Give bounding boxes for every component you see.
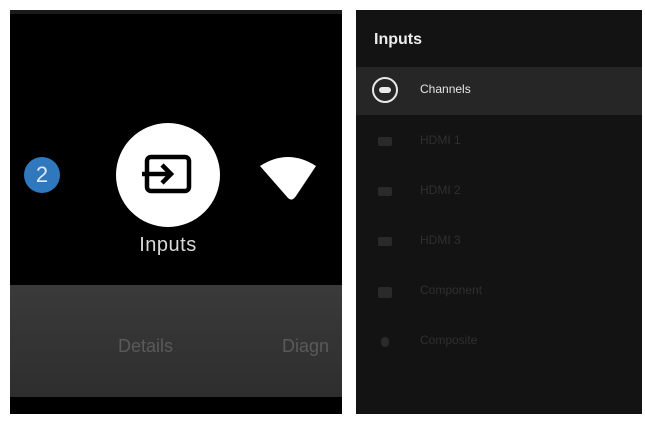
input-item-hdmi-2[interactable]: HDMI 2: [356, 168, 642, 216]
top-band: [10, 10, 342, 14]
notification-badge[interactable]: 2: [24, 157, 60, 193]
input-item-label: Component: [420, 283, 483, 297]
component-icon: [372, 278, 400, 306]
composite-icon: [372, 328, 400, 356]
input-item-composite[interactable]: Composite: [356, 318, 642, 366]
input-item-label: Composite: [420, 333, 478, 347]
panel-title: Inputs: [374, 31, 422, 48]
input-item-component[interactable]: Component: [356, 268, 642, 316]
input-item-channels[interactable]: Channels: [356, 67, 642, 115]
hdmi-icon: [372, 228, 400, 256]
input-item-label: HDMI 1: [420, 133, 461, 147]
input-item-label: Channels: [420, 82, 471, 96]
home-carousel-panel: 2 Inputs Details Diagn: [10, 10, 342, 414]
input-source-icon: [142, 154, 192, 194]
input-item-hdmi-1[interactable]: HDMI 1: [356, 118, 642, 166]
inputs-label: Inputs: [139, 234, 197, 256]
wifi-icon[interactable]: [258, 152, 318, 202]
inputs-panel: Inputs Channels HDMI 1 HDMI 2 HDMI 3 Com…: [356, 10, 642, 414]
hdmi-icon: [372, 128, 400, 156]
details-tab[interactable]: Details: [118, 336, 173, 357]
input-item-hdmi-3[interactable]: HDMI 3: [356, 218, 642, 266]
inputs-button[interactable]: [116, 123, 220, 227]
channels-icon: [372, 77, 400, 105]
input-item-label: HDMI 2: [420, 183, 461, 197]
bottom-menu-bar: Details Diagn: [10, 285, 342, 397]
input-item-label: HDMI 3: [420, 233, 461, 247]
diagnostics-tab[interactable]: Diagn: [282, 336, 329, 357]
hdmi-icon: [372, 178, 400, 206]
